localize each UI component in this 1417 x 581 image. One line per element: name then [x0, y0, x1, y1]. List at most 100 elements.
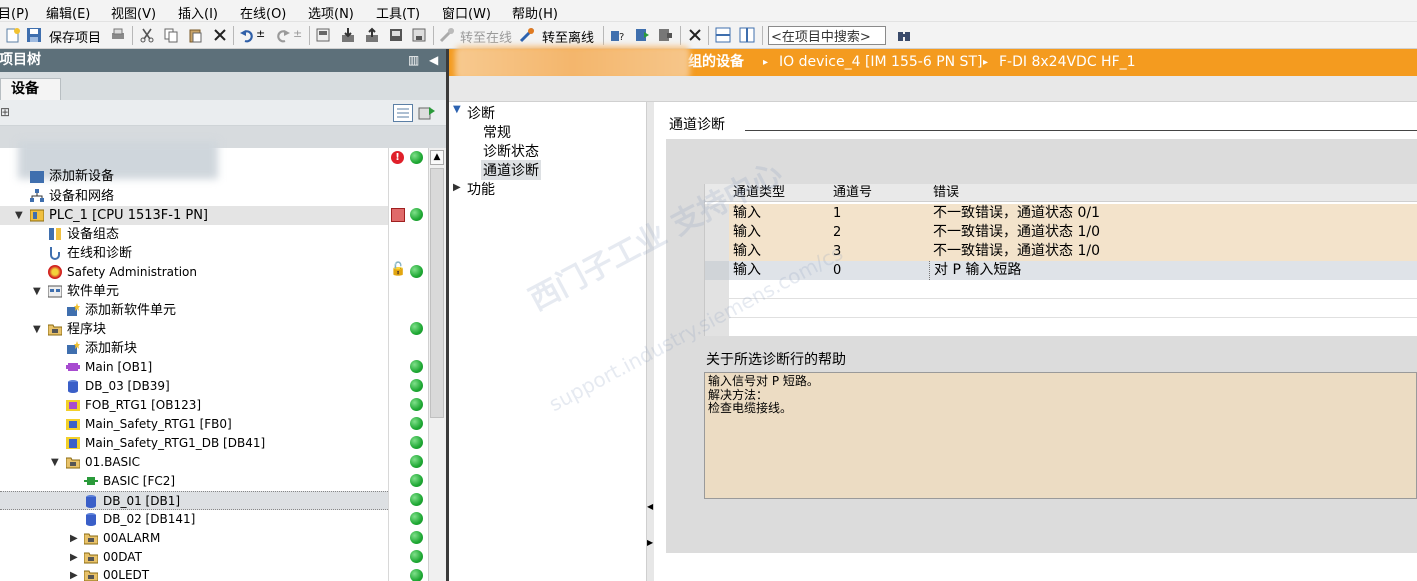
nav-channel-diag[interactable]: 通道诊断 — [481, 160, 541, 180]
tab-devices[interactable]: 设备 — [0, 78, 61, 100]
expand-arrow-icon[interactable]: ▼ — [51, 453, 59, 472]
download-icon[interactable] — [340, 27, 356, 43]
splitter-left-icon[interactable]: ◀ — [647, 502, 653, 511]
stop-cpu-icon[interactable] — [657, 27, 673, 43]
tree-item-plc[interactable]: ▼ PLC_1 [CPU 1513F-1 PN] — [0, 206, 388, 225]
nav-function[interactable]: 功能 — [467, 179, 495, 199]
tree-item-fob-rtg1[interactable]: FOB_RTG1 [OB123] — [0, 396, 388, 415]
simulate-icon[interactable] — [411, 27, 427, 43]
tree-settings-icon[interactable] — [418, 105, 436, 121]
tree-item-online-diagnostics[interactable]: 在线和诊断 — [0, 244, 388, 263]
collapse-arrow-icon[interactable]: ▶ — [70, 566, 78, 581]
save-button[interactable]: 保存项目 — [49, 27, 101, 46]
tree-item-safety-admin[interactable]: Safety Administration — [0, 263, 388, 282]
menu-online[interactable]: 在线(O) — [240, 3, 286, 22]
delete-icon[interactable] — [212, 27, 228, 43]
ok-status-icon — [410, 360, 423, 373]
tree-network-icon[interactable]: ⊞ — [0, 105, 10, 119]
tree-item-00ledt[interactable]: ▶ 00LEDT — [0, 566, 388, 581]
accessible-devices-icon[interactable]: ? — [610, 27, 626, 43]
ok-status-icon — [410, 322, 423, 335]
redo-dropdown-icon[interactable]: ± — [293, 27, 302, 40]
detail-view-icon[interactable] — [393, 104, 413, 122]
tree-item-program-blocks[interactable]: ▼ 程序块 — [0, 320, 388, 339]
tree-item-00dat[interactable]: ▶ 00DAT — [0, 548, 388, 567]
split-horizontal-icon[interactable] — [715, 27, 731, 43]
pin-tree-icon[interactable]: ◀ — [429, 49, 438, 72]
print-icon[interactable] — [110, 27, 126, 43]
start-cpu-icon[interactable] — [634, 27, 650, 43]
menu-project[interactable]: 目(P) — [0, 3, 29, 22]
new-project-icon[interactable] — [5, 27, 21, 43]
copy-icon[interactable] — [163, 27, 179, 43]
breadcrumb-item-io-device[interactable]: IO device_4 [IM 155-6 PN ST] — [779, 49, 982, 76]
splitter-right-icon[interactable]: ▶ — [647, 538, 653, 547]
section-rule — [745, 130, 1417, 131]
add-icon — [67, 303, 80, 316]
tree-item-device-config[interactable]: 设备组态 — [0, 225, 388, 244]
upload-icon[interactable] — [364, 27, 380, 43]
menu-options[interactable]: 选项(N) — [308, 3, 354, 22]
go-online-icon[interactable] — [439, 27, 455, 43]
breadcrumb-item-module[interactable]: F-DI 8x24VDC HF_1 — [999, 49, 1136, 76]
collapse-arrow-icon[interactable]: ▶ — [453, 182, 461, 193]
menu-view[interactable]: 视图(V) — [111, 3, 156, 22]
menu-tools[interactable]: 工具(T) — [376, 3, 420, 22]
go-offline-icon[interactable] — [519, 27, 535, 43]
undo-icon[interactable] — [239, 27, 255, 43]
go-offline-button[interactable]: 转至离线 — [542, 27, 594, 46]
collapse-tree-icon[interactable]: ▥ — [408, 49, 419, 72]
table-row[interactable]: 输入 2 不一致错误，通道状态 1/0 — [705, 223, 1417, 242]
collapse-arrow-icon[interactable]: ▶ — [70, 529, 78, 548]
collapse-arrow-icon[interactable]: ▶ — [70, 548, 78, 567]
nav-general[interactable]: 常规 — [483, 122, 511, 142]
project-search-input[interactable] — [768, 26, 886, 45]
tree-item-add-block[interactable]: 添加新块 — [0, 339, 388, 358]
expand-arrow-icon[interactable]: ▼ — [15, 206, 23, 225]
expand-arrow-icon[interactable]: ▼ — [453, 104, 461, 115]
help-line: 解决方法： — [708, 387, 769, 402]
tree-item-db02[interactable]: DB_02 [DB141] — [0, 510, 388, 529]
scrollbar-thumb[interactable] — [430, 168, 444, 418]
tree-scrollbar[interactable]: ▲ — [428, 148, 445, 581]
menu-insert[interactable]: 插入(I) — [178, 3, 218, 22]
compile-icon[interactable] — [315, 27, 331, 43]
device-icon[interactable] — [388, 27, 404, 43]
tree-item-software-units[interactable]: ▼ 软件单元 — [0, 282, 388, 301]
split-vertical-icon[interactable] — [739, 27, 755, 43]
tree-item-devices-networks[interactable]: 设备和网络 — [0, 187, 388, 206]
undo-dropdown-icon[interactable]: ± — [256, 27, 265, 40]
menu-window[interactable]: 窗口(W) — [442, 3, 491, 22]
tree-item-db01-selected[interactable]: DB_01 [DB1] — [0, 491, 388, 510]
nav-diagnostics[interactable]: 诊断 — [467, 103, 495, 123]
expand-arrow-icon[interactable]: ▼ — [33, 320, 41, 339]
help-textbox[interactable]: 输入信号对 P 短路。 解决方法： 检查电缆接线。 — [704, 372, 1417, 499]
tree-item-main-safety-fb[interactable]: Main_Safety_RTG1 [FB0] — [0, 415, 388, 434]
col-header-channel[interactable]: 通道号 — [833, 184, 872, 202]
tree-item-main-safety-db[interactable]: Main_Safety_RTG1_DB [DB41] — [0, 434, 388, 453]
tree-item-01-basic[interactable]: ▼ 01.BASIC — [0, 453, 388, 472]
breadcrumb-item-group[interactable]: 组的设备 — [688, 49, 744, 76]
tree-item-basic-fc2[interactable]: BASIC [FC2] — [0, 472, 388, 491]
cut-icon[interactable] — [139, 27, 155, 43]
menu-edit[interactable]: 编辑(E) — [46, 3, 90, 22]
go-online-button[interactable]: 转至在线 — [460, 27, 512, 46]
col-header-error[interactable]: 错误 — [933, 184, 959, 202]
tree-item-add-device[interactable]: 添加新设备 — [0, 167, 388, 186]
menu-help[interactable]: 帮助(H) — [512, 3, 558, 22]
scroll-up-icon[interactable]: ▲ — [430, 150, 444, 165]
unlock-icon: 🔓 — [390, 262, 407, 277]
tree-item-main-ob1[interactable]: Main [OB1] — [0, 358, 388, 377]
tree-item-db03[interactable]: DB_03 [DB39] — [0, 377, 388, 396]
paste-icon[interactable] — [187, 27, 203, 43]
tree-item-add-software-unit[interactable]: 添加新软件单元 — [0, 301, 388, 320]
save-icon[interactable] — [26, 27, 42, 43]
tree-item-00alarm[interactable]: ▶ 00ALARM — [0, 529, 388, 548]
safety-fb-icon — [66, 419, 80, 430]
nav-diag-status[interactable]: 诊断状态 — [483, 141, 539, 161]
cross-reference-close-icon[interactable] — [687, 27, 703, 43]
redo-icon[interactable] — [275, 27, 291, 43]
expand-arrow-icon[interactable]: ▼ — [33, 282, 41, 301]
table-row[interactable]: 输入 1 不一致错误，通道状态 0/1 — [705, 204, 1417, 223]
binoculars-search-icon[interactable] — [896, 27, 912, 43]
